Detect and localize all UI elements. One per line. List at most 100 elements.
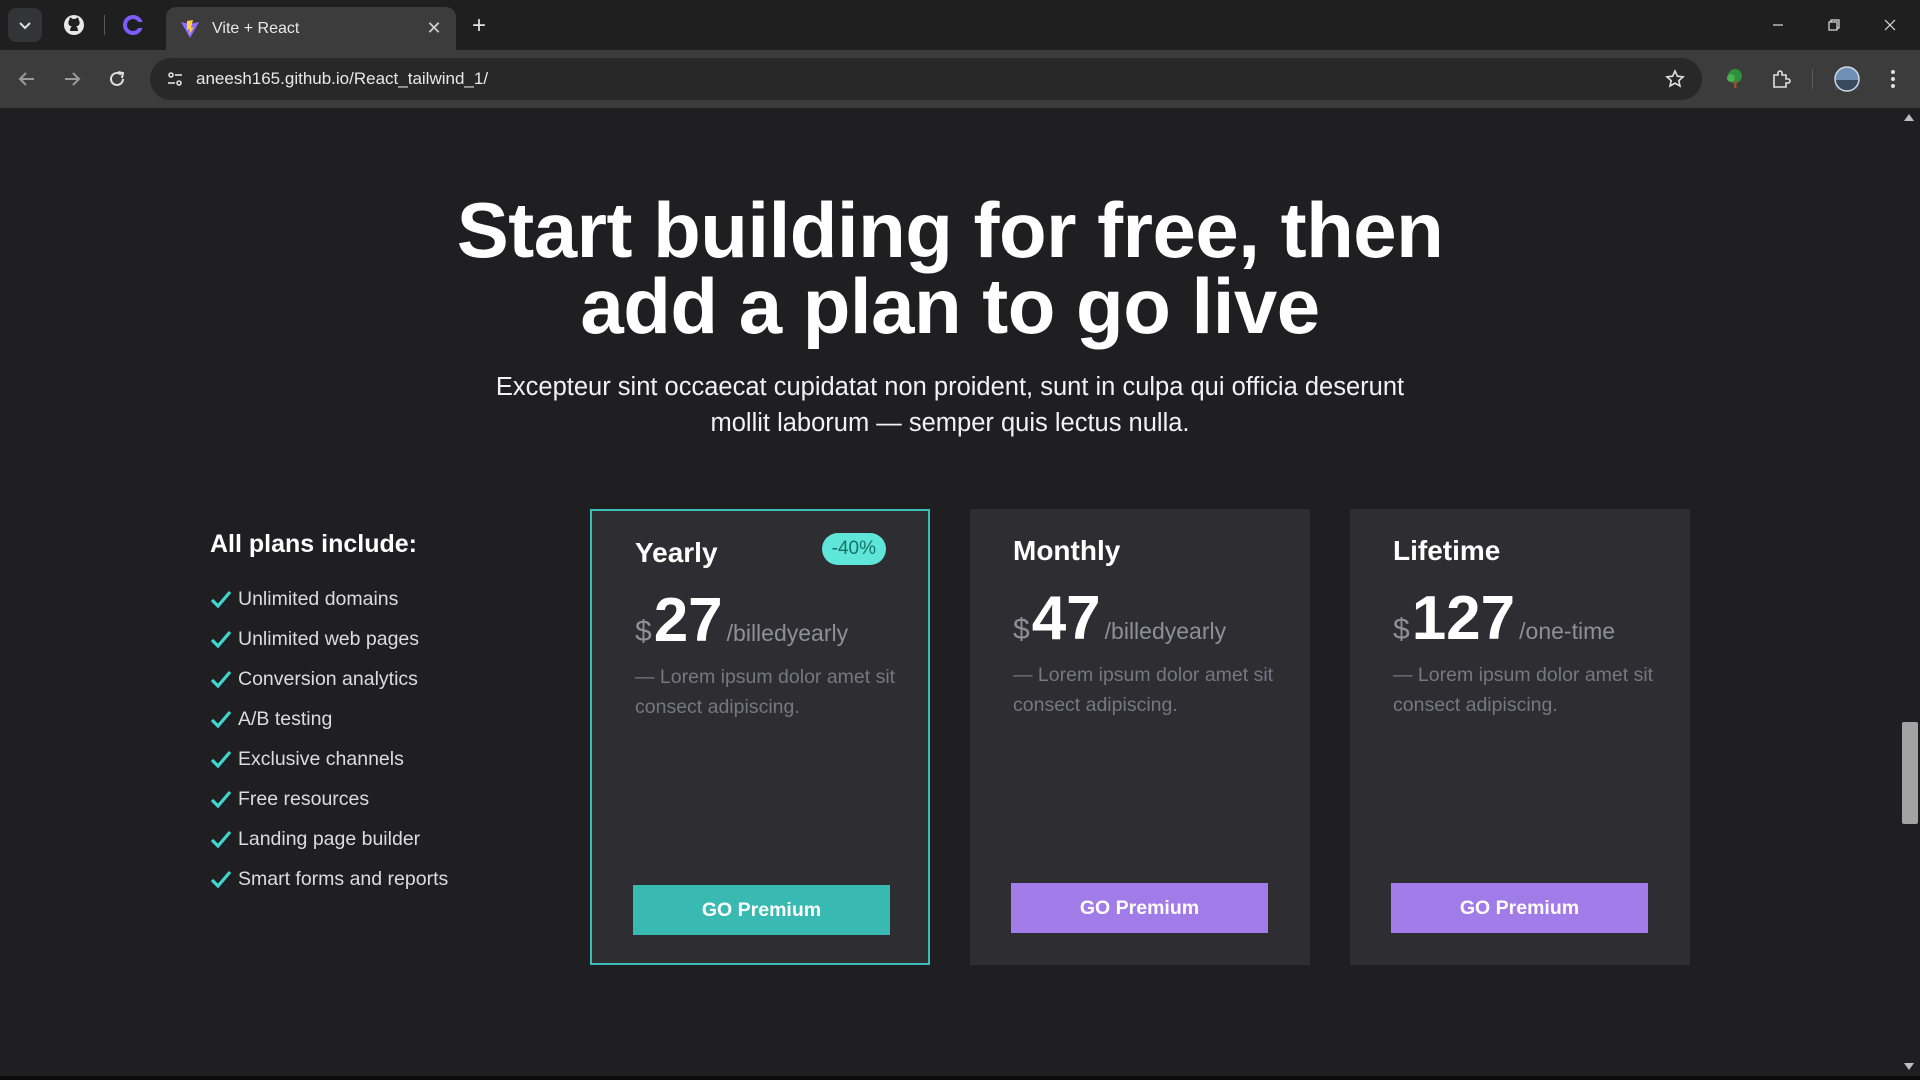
price-currency: $ — [635, 615, 652, 648]
feature-item: Smart forms and reports — [210, 859, 570, 899]
browser-tab-strip: Vite + React ✕ + — [0, 0, 1920, 50]
feature-item: Conversion analytics — [210, 659, 570, 699]
plan-name: Lifetime — [1393, 535, 1501, 566]
hero-subtitle-line-1: Excepteur sint occaecat cupidatat non pr… — [495, 373, 1405, 401]
feature-item: Unlimited web pages — [210, 619, 570, 659]
check-icon — [210, 750, 232, 769]
price-amount: 27 — [653, 586, 723, 655]
plan-description: — Lorem ipsum dolor amet sit consect adi… — [1013, 664, 1274, 716]
feature-label: Unlimited domains — [238, 587, 399, 610]
url-text[interactable]: aneesh165.github.io/React_tailwind_1/ — [196, 69, 488, 89]
features-title: All plans include: — [210, 530, 417, 558]
reload-icon — [110, 71, 125, 86]
go-premium-button[interactable]: GO Premium — [1011, 883, 1268, 933]
forward-arrow-icon — [65, 72, 81, 86]
browser-toolbar: aneesh165.github.io/React_tailwind_1/ — [0, 50, 1920, 108]
feature-label: Smart forms and reports — [238, 867, 449, 890]
github-icon — [64, 15, 84, 35]
check-icon — [210, 870, 232, 889]
window-bottom-edge — [0, 1076, 1920, 1080]
feature-item: Unlimited domains — [210, 579, 570, 619]
check-icon — [210, 710, 232, 729]
c-logo-icon — [123, 15, 143, 35]
back-button[interactable] — [10, 62, 44, 96]
price-period: /billedyearly — [1104, 618, 1227, 644]
hero-title-line-1: Start building for free, then — [456, 186, 1444, 274]
feature-label: Free resources — [238, 787, 370, 810]
check-icon — [210, 590, 232, 609]
avatar-icon — [1834, 66, 1860, 92]
tab-search-button[interactable] — [8, 8, 42, 42]
check-icon — [210, 630, 232, 649]
tree-extension-icon[interactable] — [1718, 62, 1752, 96]
kebab-menu-icon — [1891, 70, 1895, 88]
bookmark-star-icon[interactable] — [1660, 64, 1690, 94]
feature-item: A/B testing — [210, 699, 570, 739]
discount-badge: -40% — [821, 533, 886, 565]
restore-icon — [1828, 19, 1840, 31]
price-period: /one-time — [1519, 618, 1616, 644]
scroll-thumb[interactable] — [1902, 722, 1918, 824]
price-currency: $ — [1013, 613, 1030, 646]
plan-card-lifetime: Lifetime $ 127 /one-time — Lorem ipsum d… — [1350, 509, 1690, 965]
vite-logo-icon — [181, 19, 199, 38]
plan-description: — Lorem ipsum dolor amet sit consect adi… — [635, 666, 896, 718]
hero-subtitle-line-2: mollit laborum — semper quis lectus null… — [710, 409, 1190, 437]
page-scrollbar[interactable] — [1900, 108, 1920, 1076]
hero-title-line-2: add a plan to go live — [580, 262, 1320, 350]
tab-title: Vite + React — [212, 19, 300, 37]
feature-item: Landing page builder — [210, 819, 570, 859]
extensions-puzzle-icon[interactable] — [1764, 62, 1798, 96]
minimize-icon — [1773, 24, 1783, 26]
scroll-down-arrow-icon[interactable] — [1904, 1063, 1914, 1070]
plan-description: — Lorem ipsum dolor amet sit consect adi… — [1393, 664, 1654, 716]
profile-avatar[interactable] — [1830, 62, 1864, 96]
back-arrow-icon — [18, 72, 34, 86]
site-info-icon[interactable] — [160, 64, 190, 94]
check-icon — [210, 830, 232, 849]
reload-button[interactable] — [100, 62, 134, 96]
price: $ 127 /one-time — [1393, 581, 1615, 657]
feature-label: Exclusive channels — [238, 747, 404, 770]
restore-button[interactable] — [1806, 0, 1862, 50]
price: $ 27 /billedyearly — [635, 583, 848, 659]
price-amount: 127 — [1411, 584, 1516, 653]
feature-label: A/B testing — [238, 707, 333, 730]
pinned-tab-github[interactable] — [58, 9, 90, 41]
close-tab-icon[interactable]: ✕ — [420, 15, 448, 43]
feature-label: Unlimited web pages — [238, 627, 420, 650]
pinned-tab-c[interactable] — [117, 9, 149, 41]
price-currency: $ — [1393, 613, 1410, 646]
price-period: /billedyearly — [726, 620, 849, 646]
close-icon — [1884, 19, 1896, 31]
address-bar[interactable]: aneesh165.github.io/React_tailwind_1/ — [150, 58, 1702, 100]
minimize-button[interactable] — [1750, 0, 1806, 50]
price-amount: 47 — [1031, 584, 1101, 653]
feature-item: Free resources — [210, 779, 570, 819]
plan-name: Yearly — [635, 537, 718, 568]
close-window-button[interactable] — [1862, 0, 1918, 50]
hero-subtitle: Excepteur sint occaecat cupidatat non pr… — [470, 369, 1430, 441]
scroll-up-arrow-icon[interactable] — [1904, 114, 1914, 121]
go-premium-button[interactable]: GO Premium — [1391, 883, 1648, 933]
feature-label: Conversion analytics — [238, 667, 418, 690]
plan-card-monthly: Monthly $ 47 /billedyearly — Lorem ipsum… — [970, 509, 1310, 965]
price: $ 47 /billedyearly — [1013, 581, 1226, 657]
browser-menu-button[interactable] — [1876, 62, 1910, 96]
feature-item: Exclusive channels — [210, 739, 570, 779]
tab-vite-react[interactable]: Vite + React ✕ — [166, 7, 456, 50]
feature-label: Landing page builder — [238, 827, 421, 850]
features-list: All plans include: Unlimited domains Unl… — [210, 530, 570, 899]
hero-title: Start building for free, then add a plan… — [0, 191, 1900, 345]
pinned-separator — [104, 15, 105, 35]
chevron-down-icon — [19, 22, 31, 30]
plan-name: Monthly — [1013, 535, 1121, 566]
plan-card-yearly: Yearly -40% $ 27 /billedyearly — Lorem i… — [590, 509, 930, 965]
check-icon — [210, 670, 232, 689]
new-tab-button[interactable]: + — [464, 11, 494, 41]
check-icon — [210, 790, 232, 809]
page-content: Start building for free, then add a plan… — [0, 108, 1900, 1076]
go-premium-button[interactable]: GO Premium — [633, 885, 890, 935]
forward-button[interactable] — [55, 62, 89, 96]
toolbar-separator — [1812, 69, 1813, 89]
